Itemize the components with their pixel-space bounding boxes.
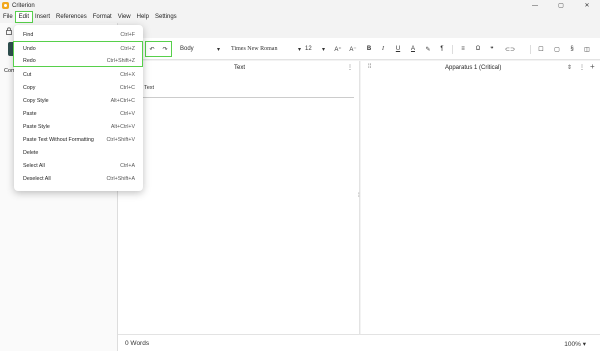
- menu-item-paste-plain[interactable]: Paste Text Without Formatting Ctrl+Shift…: [14, 134, 143, 145]
- menu-item-shortcut: Ctrl+V: [120, 110, 135, 117]
- style-value: Body: [180, 46, 194, 52]
- add-icon[interactable]: +: [590, 62, 595, 71]
- drag-grip-icon[interactable]: ⁞⁞: [368, 64, 371, 70]
- text-pane-content: Text: [144, 85, 155, 91]
- link-icon[interactable]: ⊂⊃: [503, 43, 517, 55]
- more-vertical-icon[interactable]: ⋮: [579, 64, 585, 71]
- menu-item-label: Paste Text Without Formatting: [23, 136, 94, 143]
- menu-item-cut[interactable]: Cut Ctrl+X: [14, 69, 143, 80]
- menu-item-label: Paste: [23, 110, 37, 117]
- menu-item-label: Undo: [23, 45, 36, 52]
- menu-item-paste[interactable]: Paste Ctrl+V: [14, 108, 143, 119]
- menu-edit[interactable]: Edit: [14, 11, 34, 23]
- menu-help[interactable]: Help: [134, 12, 152, 22]
- highlight-icon[interactable]: ✎: [423, 43, 433, 55]
- menu-item-shortcut: Ctrl+X: [120, 71, 135, 78]
- toolbar-divider: [452, 45, 453, 54]
- menu-item-shortcut: Alt+Ctrl+V: [110, 123, 135, 130]
- menu-item-label: Copy: [23, 84, 36, 91]
- chevron-down-icon: ▾: [216, 46, 220, 53]
- zoom-select[interactable]: 100% ▾: [564, 340, 586, 348]
- status-bar: 0 Words 100% ▾: [118, 334, 600, 351]
- window-controls: — ▢ ✕: [522, 0, 600, 11]
- app-title: Criterion: [12, 2, 35, 9]
- apparatus-pane[interactable]: ⁞⁞ Apparatus 1 (Critical) ⇕ ⋮ +: [361, 61, 600, 334]
- more-vertical-icon[interactable]: ⋮: [347, 64, 353, 71]
- redo-icon[interactable]: ↷: [160, 43, 170, 55]
- menu-item-label: Deselect All: [23, 175, 51, 182]
- title-bar: Criterion — ▢ ✕: [0, 0, 600, 11]
- chevron-down-icon: ▾: [321, 46, 325, 53]
- menu-item-label: Cut: [23, 71, 32, 78]
- font-select[interactable]: Times New Roman ▾: [231, 43, 301, 55]
- menu-item-label: Redo: [23, 57, 36, 64]
- font-color-icon[interactable]: A: [408, 43, 418, 55]
- apparatus-pane-title: Apparatus 1 (Critical): [445, 65, 502, 71]
- underline-icon[interactable]: U: [393, 43, 403, 55]
- text-divider: [138, 97, 354, 98]
- size-value: 12: [305, 46, 312, 52]
- app-logo-icon: [2, 2, 9, 9]
- decrease-font-icon[interactable]: A⁻: [348, 43, 358, 55]
- close-icon[interactable]: ✕: [574, 0, 600, 11]
- menu-item-shortcut: Ctrl+Shift+V: [106, 136, 135, 143]
- box-icon[interactable]: ▢: [552, 43, 562, 55]
- text-pane[interactable]: Text ⋮ Text: [118, 61, 360, 334]
- menu-bar: File Edit Insert References Format View …: [0, 11, 180, 23]
- menu-item-copy[interactable]: Copy Ctrl+C: [14, 82, 143, 93]
- menu-item-label: Select All: [23, 162, 45, 169]
- bold-icon[interactable]: B: [364, 43, 374, 55]
- menu-item-label: Delete: [23, 149, 39, 156]
- menu-item-shortcut: Ctrl+A: [120, 162, 135, 169]
- chevron-down-icon: ▾: [297, 46, 301, 53]
- menu-item-deselect-all[interactable]: Deselect All Ctrl+Shift+A: [14, 173, 143, 184]
- chevron-down-icon: ▾: [582, 341, 586, 348]
- menu-settings[interactable]: Settings: [152, 12, 180, 22]
- menu-file[interactable]: File: [0, 12, 16, 22]
- menu-item-select-all[interactable]: Select All Ctrl+A: [14, 160, 143, 171]
- italic-icon[interactable]: I: [378, 43, 388, 55]
- note-icon[interactable]: §: [567, 43, 577, 55]
- menu-item-copy-style[interactable]: Copy Style Alt+Ctrl+C: [14, 95, 143, 106]
- maximize-icon[interactable]: ▢: [548, 0, 574, 11]
- size-select[interactable]: 12 ▾: [305, 43, 325, 55]
- font-value: Times New Roman: [231, 46, 278, 52]
- edit-menu: Find Ctrl+F Undo Ctrl+Z Redo Ctrl+Shift+…: [14, 25, 143, 191]
- menu-format[interactable]: Format: [90, 12, 115, 22]
- style-select[interactable]: Body ▾: [180, 43, 220, 55]
- pilcrow-icon[interactable]: ¶: [437, 43, 447, 55]
- menu-item-shortcut: Ctrl+F: [120, 31, 135, 38]
- toolbar-divider: [530, 45, 531, 54]
- menu-item-shortcut: Alt+Ctrl+C: [110, 97, 135, 104]
- menu-item-label: Copy Style: [23, 97, 49, 104]
- menu-item-redo[interactable]: Redo Ctrl+Shift+Z: [14, 55, 143, 66]
- minimize-icon[interactable]: —: [522, 0, 548, 11]
- code-icon[interactable]: ◫: [582, 43, 592, 55]
- menu-item-shortcut: Ctrl+Shift+Z: [106, 57, 135, 64]
- formatting-toolbar: ↶ ↷ Body ▾ Times New Roman ▾ 12 ▾ A⁺ A⁻ …: [118, 38, 600, 60]
- text-pane-title: Text: [234, 65, 246, 71]
- increase-font-icon[interactable]: A⁺: [333, 43, 343, 55]
- quote-icon[interactable]: ❞: [487, 43, 497, 55]
- lock-icon[interactable]: [5, 27, 13, 35]
- menu-item-find[interactable]: Find Ctrl+F: [14, 29, 143, 40]
- menu-item-shortcut: Ctrl+Z: [120, 45, 135, 52]
- sort-icon[interactable]: ⇕: [567, 64, 572, 71]
- menu-references[interactable]: References: [53, 12, 90, 22]
- undo-icon[interactable]: ↶: [147, 43, 157, 55]
- omega-icon[interactable]: Ω: [473, 43, 483, 55]
- menu-item-delete[interactable]: Delete: [14, 147, 143, 158]
- menu-item-shortcut: Ctrl+Shift+A: [106, 175, 135, 182]
- word-count: 0 Words: [125, 340, 150, 347]
- comment-icon[interactable]: ☐: [536, 43, 546, 55]
- menu-item-paste-style[interactable]: Paste Style Alt+Ctrl+V: [14, 121, 143, 132]
- align-icon[interactable]: ≡: [458, 43, 468, 55]
- menu-item-undo[interactable]: Undo Ctrl+Z: [14, 43, 143, 54]
- menu-item-label: Find: [23, 31, 34, 38]
- menu-item-shortcut: Ctrl+C: [119, 84, 135, 91]
- menu-item-label: Paste Style: [23, 123, 50, 130]
- zoom-value: 100%: [564, 341, 581, 348]
- menu-insert[interactable]: Insert: [32, 12, 53, 22]
- menu-view[interactable]: View: [115, 12, 134, 22]
